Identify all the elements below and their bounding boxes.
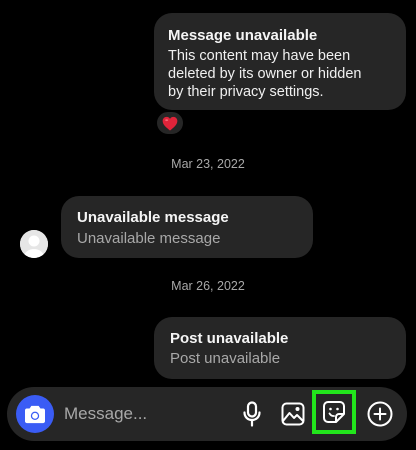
message-body: This content may have been deleted by it… (168, 48, 362, 100)
more-options-button[interactable] (365, 399, 395, 429)
date-separator: Mar 26, 2022 (171, 279, 245, 293)
message-title: Message unavailable (168, 27, 318, 44)
date-separator: Mar 23, 2022 (171, 157, 245, 171)
message-title: Unavailable message (77, 209, 229, 226)
gallery-icon (281, 402, 305, 426)
sticker-button[interactable] (312, 390, 356, 434)
microphone-icon (243, 401, 261, 427)
message-reaction[interactable] (155, 110, 185, 136)
gallery-button[interactable] (278, 399, 308, 429)
message-input[interactable] (64, 401, 224, 427)
message-bubble-unavailable-incoming[interactable]: Unavailable message Unavailable message (61, 196, 313, 258)
sticker-icon (323, 401, 345, 423)
message-subtitle: Unavailable message (77, 230, 221, 247)
message-title: Post unavailable (170, 330, 289, 347)
voice-message-button[interactable] (237, 399, 267, 429)
message-subtitle: Post unavailable (170, 350, 281, 367)
default-avatar-icon[interactable] (20, 230, 48, 258)
message-composer (7, 387, 407, 441)
camera-icon (25, 405, 45, 424)
message-bubble-unavailable[interactable]: Message unavailable This content may hav… (154, 13, 406, 110)
heart-emoji-icon (162, 116, 178, 130)
plus-circle-icon (367, 401, 393, 427)
message-bubble-post-unavailable[interactable]: Post unavailable Post unavailable (154, 317, 406, 379)
camera-button[interactable] (16, 395, 54, 433)
